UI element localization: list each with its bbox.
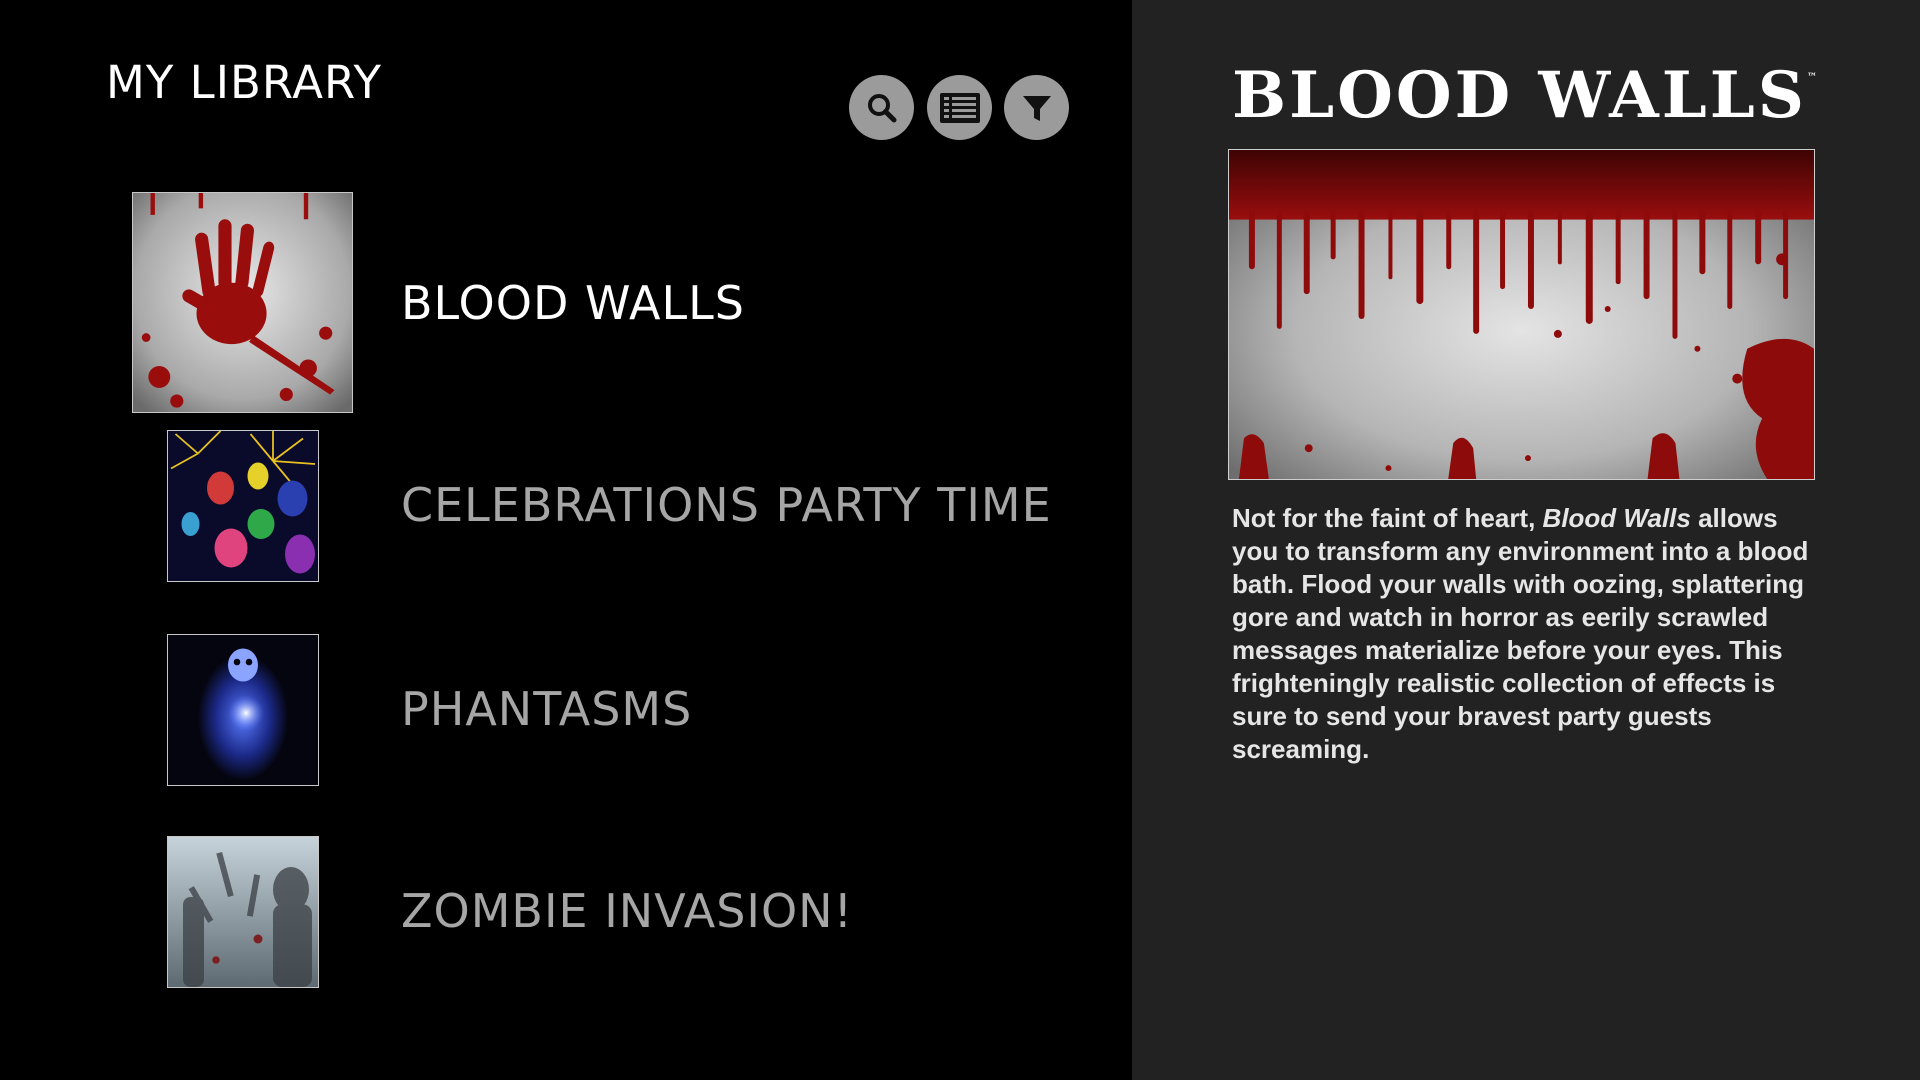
library-item[interactable]: ZOMBIE INVASION! xyxy=(0,836,1132,988)
library-item-label: PHANTASMS xyxy=(401,682,693,736)
list-icon xyxy=(939,92,980,123)
detail-hero-image xyxy=(1228,149,1815,480)
description-text-rest: allows you to transform any environment … xyxy=(1232,503,1809,764)
library-item-label: CELEBRATIONS PARTY TIME xyxy=(401,478,1052,532)
description-title-italic: Blood Walls xyxy=(1542,503,1691,533)
thumbnail-zombie-invasion xyxy=(167,836,319,988)
library-item-label: ZOMBIE INVASION! xyxy=(401,884,854,938)
filter-button[interactable] xyxy=(1004,75,1069,140)
library-item[interactable]: BLOOD WALLS xyxy=(0,192,1132,414)
list-view-button[interactable] xyxy=(927,75,992,140)
search-icon xyxy=(867,93,896,122)
library-panel: MY LIBRARY BLOOD WALLS CELEBRATIONS PART… xyxy=(0,0,1132,1080)
library-item[interactable]: CELEBRATIONS PARTY TIME xyxy=(0,430,1132,582)
filter-icon xyxy=(1022,95,1051,121)
thumbnail-phantasms xyxy=(167,634,319,786)
thumbnail-celebrations xyxy=(167,430,319,582)
library-item[interactable]: PHANTASMS xyxy=(0,634,1132,786)
thumbnail-blood-walls xyxy=(132,192,353,413)
library-item-label: BLOOD WALLS xyxy=(401,276,745,330)
detail-title: BLOOD WALLS™ xyxy=(1132,58,1920,133)
detail-panel: BLOOD WALLS™ Not for the faint of heart,… xyxy=(1132,0,1920,1080)
library-title: MY LIBRARY xyxy=(106,56,382,109)
description-text: Not for the faint of heart, xyxy=(1232,503,1543,533)
trademark-symbol: ™ xyxy=(1807,72,1821,83)
search-button[interactable] xyxy=(849,75,914,140)
detail-title-text: BLOOD WALLS xyxy=(1231,58,1808,133)
detail-description: Not for the faint of heart, Blood Walls … xyxy=(1232,502,1812,766)
